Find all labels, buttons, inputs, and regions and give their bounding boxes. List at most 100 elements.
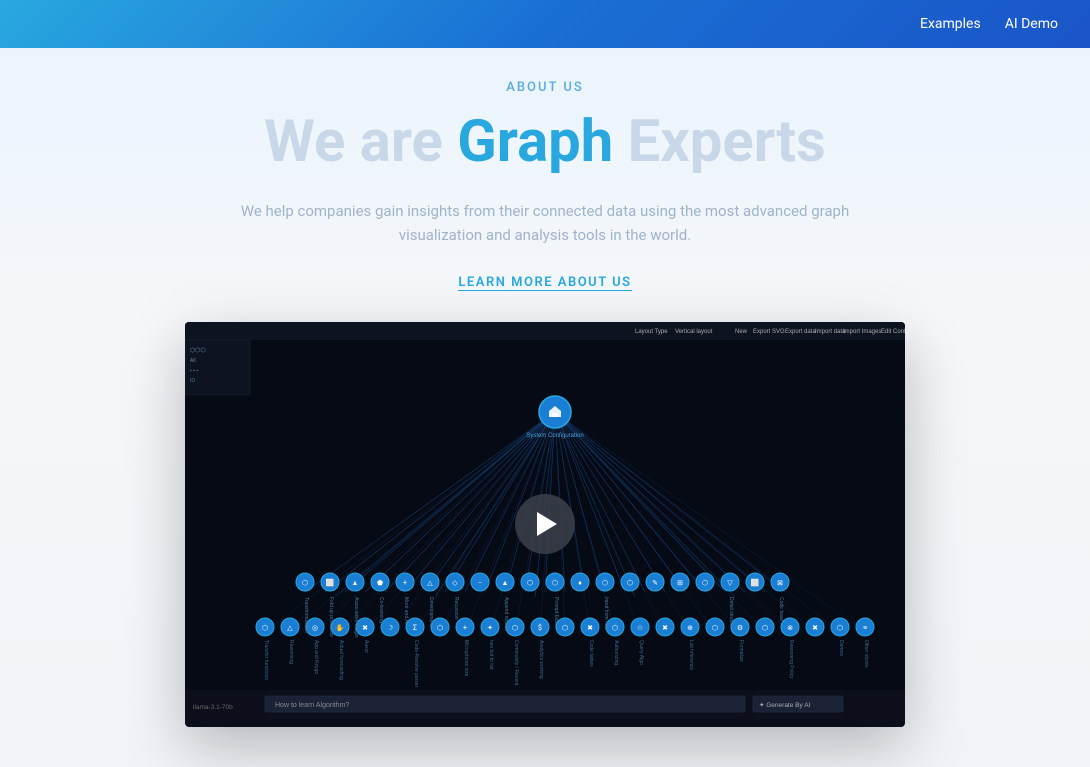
svg-text:⚙: ⚙ — [737, 624, 743, 632]
svg-text:Input from new: Input from new — [603, 597, 609, 630]
hero-cta-link[interactable]: LEARN MORE ABOUT US — [458, 275, 631, 291]
svg-text:⊞: ⊞ — [677, 579, 683, 587]
svg-text:▲: ▲ — [352, 579, 359, 587]
title-highlight: Graph — [457, 108, 613, 176]
svg-text:☆: ☆ — [637, 624, 643, 632]
svg-text:Edit: Edit — [881, 329, 892, 335]
about-label: ABOUT US — [0, 80, 1090, 95]
svg-text:How to learn Algorithm?: How to learn Algorithm? — [275, 702, 349, 709]
svg-text:⬡: ⬡ — [702, 579, 708, 587]
svg-text:◎: ◎ — [312, 624, 318, 632]
svg-text:⬜: ⬜ — [751, 578, 760, 587]
svg-text:Detail stores: Detail stores — [728, 597, 734, 625]
svg-text:⬡: ⬡ — [562, 624, 568, 632]
svg-text:♦: ♦ — [578, 579, 582, 587]
svg-text:Actual forecasting: Actual forecasting — [338, 640, 344, 680]
svg-text:Query Algo: Query Algo — [638, 640, 644, 665]
svg-text:Export data: Export data — [785, 329, 816, 335]
svg-text:▽: ▽ — [727, 579, 733, 587]
svg-text:Fold up processor: Fold up processor — [328, 597, 334, 637]
svg-text:⬡: ⬡ — [437, 624, 443, 632]
svg-text:Layout Type: Layout Type — [635, 329, 668, 335]
svg-text:Recursion: Recursion — [453, 597, 459, 620]
svg-text:Community / Recent: Community / Recent — [513, 640, 519, 686]
svg-text:⬡⬡⬡: ⬡⬡⬡ — [190, 347, 206, 354]
svg-text:⊗: ⊗ — [787, 624, 793, 632]
svg-text:More and AI: More and AI — [403, 597, 409, 624]
svg-text:Vertical layout: Vertical layout — [675, 329, 713, 335]
svg-text:Formalize: Formalize — [738, 640, 744, 662]
svg-text:⊠: ⊠ — [777, 579, 783, 587]
svg-text:⬡: ⬡ — [712, 624, 718, 632]
title-suffix: Experts — [613, 108, 826, 176]
svg-text:Transfer functions: Transfer functions — [263, 640, 269, 680]
svg-text:⬡: ⬡ — [262, 624, 268, 632]
hero-description: We help companies gain insights from the… — [205, 199, 885, 247]
video-placeholder: System Configuration ⬡ ⬜ ▲ ⬟ + △ ◇ − — [185, 322, 905, 727]
svg-text:⬡: ⬡ — [612, 624, 618, 632]
nav-ai-demo-link[interactable]: AI Demo — [1005, 16, 1058, 32]
svg-text:⬜: ⬜ — [326, 578, 335, 587]
svg-text:New: New — [735, 329, 748, 335]
svg-text:+: + — [463, 624, 467, 632]
svg-text:Code-Resolve parser: Code-Resolve parser — [413, 640, 419, 688]
svg-text:✖: ✖ — [587, 624, 593, 632]
svg-text:has bot to list: has bot to list — [488, 640, 494, 670]
svg-text:Microphone size: Microphone size — [463, 640, 469, 677]
svg-text:Demos: Demos — [838, 640, 844, 656]
svg-text:Code base: Code base — [778, 597, 784, 621]
svg-text:Export SVG: Export SVG — [753, 329, 785, 335]
svg-text:Σ: Σ — [413, 624, 417, 632]
svg-text:Append related: Append related — [503, 597, 509, 631]
svg-text:✖: ✖ — [362, 624, 368, 632]
svg-text:▲: ▲ — [502, 579, 509, 587]
svg-text:✎: ✎ — [652, 579, 658, 587]
title-prefix: We are — [264, 108, 457, 176]
svg-text:Auxor: Auxor — [363, 640, 369, 653]
svg-text:−: − — [478, 579, 482, 587]
svg-text:⬟: ⬟ — [377, 579, 383, 587]
svg-text:✋: ✋ — [336, 623, 345, 632]
svg-text:⬡: ⬡ — [602, 579, 608, 587]
svg-text:Co-learning: Co-learning — [378, 597, 384, 623]
svg-text:⊕: ⊕ — [687, 624, 693, 632]
svg-text:Analytics working: Analytics working — [538, 640, 544, 679]
svg-text:ID: ID — [190, 378, 195, 384]
svg-text:△: △ — [287, 624, 293, 632]
svg-text:All: All — [190, 358, 196, 364]
svg-text:llama-3.1-70b: llama-3.1-70b — [193, 704, 233, 711]
svg-text:▪ ▪ ▪: ▪ ▪ ▪ — [190, 368, 198, 374]
svg-text:⬡: ⬡ — [837, 624, 843, 632]
video-play-button[interactable] — [515, 494, 575, 554]
svg-text:△: △ — [427, 579, 433, 587]
svg-text:Associative Plugin: Associative Plugin — [353, 597, 359, 638]
svg-text:Transformations: Transformations — [303, 597, 309, 633]
svg-text:≡: ≡ — [863, 624, 867, 632]
svg-text:◇: ◇ — [452, 579, 458, 587]
nav-examples-link[interactable]: Examples — [920, 16, 981, 32]
svg-text:Authorizing: Authorizing — [613, 640, 619, 665]
play-icon — [537, 512, 557, 536]
svg-text:✖: ✖ — [662, 624, 668, 632]
svg-text:⬡: ⬡ — [762, 624, 768, 632]
svg-text:⬡: ⬡ — [627, 579, 633, 587]
svg-text:⬡: ⬡ — [512, 624, 518, 632]
svg-text:✖: ✖ — [812, 624, 818, 632]
svg-text:Import data: Import data — [815, 329, 846, 335]
svg-text:Code tables: Code tables — [588, 640, 594, 667]
svg-text:☽: ☽ — [387, 624, 393, 632]
svg-text:$: $ — [538, 624, 542, 632]
nav-links: Examples AI Demo — [920, 16, 1058, 32]
svg-text:⬡: ⬡ — [302, 579, 308, 587]
svg-text:+: + — [403, 579, 407, 587]
svg-text:Config: Config — [893, 329, 905, 335]
svg-text:Prompt Editor: Prompt Editor — [553, 597, 559, 628]
navbar: Examples AI Demo — [0, 0, 1090, 48]
svg-text:✦: ✦ — [487, 624, 493, 632]
svg-text:⬡: ⬡ — [552, 579, 558, 587]
svg-text:✦ Generate By AI: ✦ Generate By AI — [759, 701, 811, 709]
svg-text:System Configuration: System Configuration — [526, 433, 583, 439]
svg-text:Reasoning: Reasoning — [288, 640, 294, 664]
hero-section: ABOUT US We are Graph Experts We help co… — [0, 0, 1090, 767]
hero-title: We are Graph Experts — [0, 111, 1090, 175]
